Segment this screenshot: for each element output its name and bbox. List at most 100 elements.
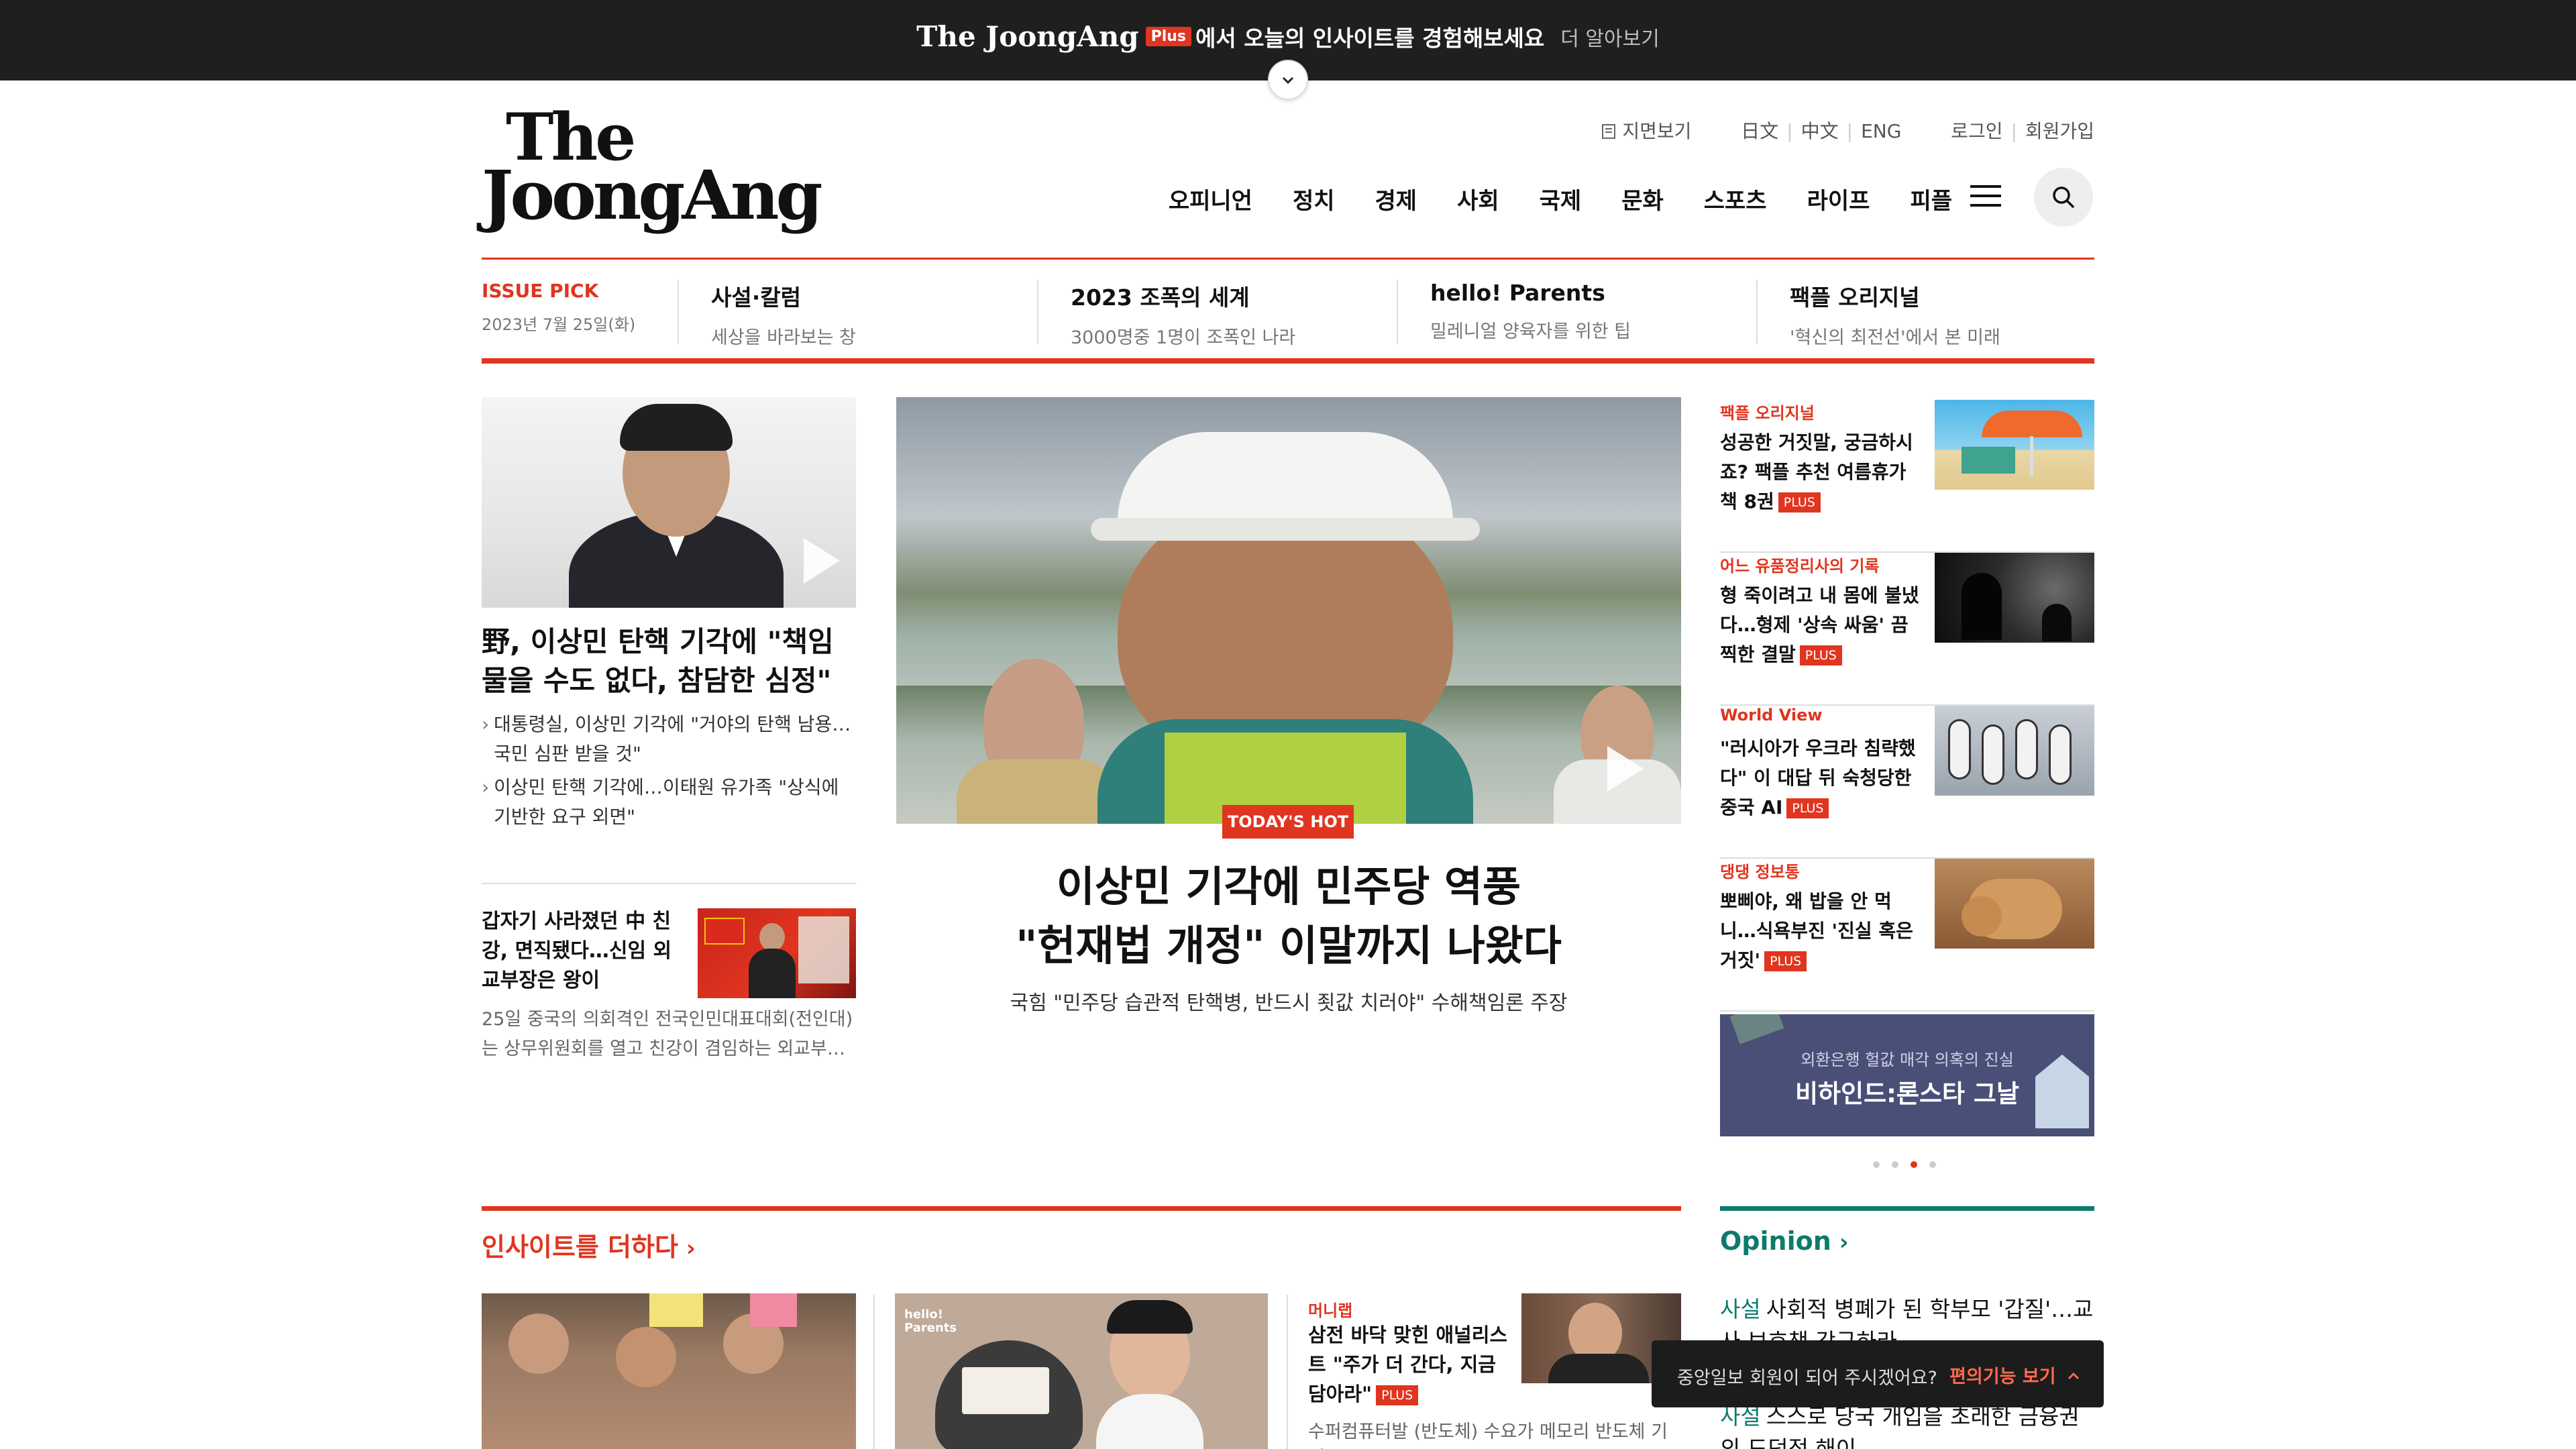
opinion-section-title[interactable]: Opinion ›: [1720, 1226, 1849, 1256]
nav-sports[interactable]: 스포츠: [1704, 182, 1767, 215]
issue-pick-title: hello! Parents: [1430, 280, 1605, 306]
related-article-link[interactable]: 이상민 탄핵 기각에…이태원 유가족 "상식에 기반한 요구 외면": [482, 773, 857, 832]
nav-economy[interactable]: 경제: [1375, 182, 1417, 215]
insight-card-category: 머니랩: [1308, 1301, 1353, 1320]
signup-link[interactable]: 회원가입: [2025, 117, 2094, 144]
hero-title-line2: "헌재법 개정" 이말까지 나왔다: [1016, 921, 1562, 970]
logo-line2: JoongAng: [482, 156, 823, 235]
chevron-right-icon: ›: [686, 1235, 696, 1262]
toast-features-button[interactable]: 편의기능 보기: [1949, 1362, 2081, 1388]
chevron-up-icon: [2068, 1372, 2080, 1380]
nav-opinion[interactable]: 오피니언: [1169, 182, 1252, 215]
divider: [482, 883, 856, 884]
side-article-title: 성공한 거짓말, 궁금하시죠? 팩플 추천 여름휴가 책 8권 PLUS: [1720, 431, 1913, 513]
lead-article-image[interactable]: [482, 397, 856, 608]
divider: [1287, 1295, 1288, 1449]
issue-pick-title: 2023 조폭의 세계: [1071, 284, 1250, 311]
chevron-down-icon: [1282, 76, 1294, 85]
lang-chinese-link[interactable]: 中文: [1801, 117, 1839, 144]
issue-pick-subtitle: '혁신의 최전선'에서 본 미래: [1790, 327, 2000, 348]
issue-pick-item[interactable]: 2023 조폭의 세계 3000명중 1명이 조폭인 나라: [1037, 280, 1397, 348]
side-article[interactable]: World View "러시아가 우크라 침략했다" 이 대답 뒤 숙청당한 중…: [1720, 706, 2094, 859]
plus-badge: PLUS: [1376, 1385, 1419, 1405]
insight-card-image[interactable]: [482, 1293, 856, 1449]
member-toast: 중앙일보 회원이 되어 주시겠어요? 편의기능 보기: [1652, 1340, 2104, 1407]
side-article-title: "러시아가 우크라 침략했다" 이 대답 뒤 숙청당한 중국 AI PLUS: [1720, 737, 1916, 818]
hero-title-line1: 이상민 기각에 민주당 역풍: [1056, 862, 1521, 911]
lonestar-banner[interactable]: 외환은행 헐값 매각 의혹의 진실 비하인드:론스타 그날: [1720, 1014, 2094, 1136]
plus-badge: PLUS: [1764, 951, 1807, 971]
nav-people[interactable]: 피플: [1910, 182, 1952, 215]
secondary-article-description: 25일 중국의 의회격인 전국인민대표대회(전인대)는 상무위원회를 열고 친강…: [482, 1009, 853, 1059]
banner-title: 비하인드:론스타 그날: [1794, 1079, 2020, 1108]
hero-article-image[interactable]: [896, 397, 1681, 824]
issue-pick-title: 팩플 오리지널: [1790, 284, 1920, 311]
separator: |: [1786, 120, 1793, 142]
insight-card-description: 수퍼컴퓨터발 (반도체) 수요가 메모리 반도체 기업: [1308, 1421, 1668, 1449]
insight-card-title[interactable]: 삼전 바닥 맞힌 애널리스트 "주가 더 간다, 지금 담아라" PLUS: [1308, 1320, 1516, 1409]
opinion-item[interactable]: 사설 스스로 당국 개입을 초래한 금융권의 도덕적 해이: [1720, 1401, 2094, 1449]
banner-subtitle: 외환은행 헐값 매각 의혹의 진실: [1801, 1051, 2014, 1069]
issue-pick-bar: ISSUE PICK 2023년 7월 25일(화) 사설·칼럼 세상을 바라보…: [482, 258, 2094, 364]
todays-hot-badge: TODAY'S HOT: [1222, 805, 1354, 839]
lang-japanese-link[interactable]: 日文: [1741, 117, 1778, 144]
hamburger-menu-icon[interactable]: [1970, 185, 2001, 208]
main-nav: 오피니언 정치 경제 사회 국제 문화 스포츠 라이프 피플: [1128, 182, 1952, 215]
play-icon: [804, 538, 840, 584]
secondary-article-title[interactable]: 갑자기 사라졌던 中 친강, 면직됐다…신임 외교부장은 왕이: [482, 907, 683, 996]
side-article-title: 형 죽이려고 내 몸에 불냈다…형제 '상속 싸움' 끔찍한 결말 PLUS: [1720, 584, 1919, 665]
nav-international[interactable]: 국제: [1540, 182, 1582, 215]
side-article-image: [1935, 400, 2094, 490]
side-article[interactable]: 팩플 오리지널 성공한 거짓말, 궁금하시죠? 팩플 추천 여름휴가 책 8권 P…: [1720, 400, 2094, 553]
secondary-article-image[interactable]: [698, 908, 856, 998]
nav-life[interactable]: 라이프: [1807, 182, 1870, 215]
side-article-category: World View: [1720, 706, 1823, 724]
promo-more-link[interactable]: 더 알아보기: [1560, 28, 1660, 51]
plus-badge: PLUS: [1778, 492, 1821, 513]
chevron-right-icon: ›: [1839, 1229, 1849, 1256]
promo-collapse-button[interactable]: [1268, 60, 1308, 100]
promo-plus-badge: Plus: [1145, 27, 1192, 46]
issue-pick-subtitle: 3000명중 1명이 조폭인 나라: [1071, 327, 1296, 348]
insight-section-title[interactable]: 인사이트를 더하다 ›: [482, 1226, 696, 1263]
side-article[interactable]: 댕댕 정보통 뽀삐야, 왜 밥을 안 먹니…식욕부진 '진실 혹은 거짓' PLU…: [1720, 859, 2094, 1012]
carousel-dot-active[interactable]: [1911, 1161, 1917, 1168]
nav-society[interactable]: 사회: [1457, 182, 1499, 215]
login-link[interactable]: 로그인: [1951, 117, 2002, 144]
nav-culture[interactable]: 문화: [1621, 182, 1664, 215]
insight-card-image[interactable]: hello! Parents: [895, 1293, 1268, 1449]
issue-pick-subtitle: 밀레니얼 양육자를 위한 팁: [1430, 321, 1631, 342]
side-article-image: [1935, 859, 2094, 949]
site-logo[interactable]: The JoongAng: [482, 105, 823, 235]
carousel-dot[interactable]: [1873, 1161, 1880, 1168]
issue-pick-item[interactable]: hello! Parents 밀레니얼 양육자를 위한 팁: [1397, 280, 1756, 344]
paper-view-label: 지면보기: [1622, 120, 1692, 142]
nav-politics[interactable]: 정치: [1293, 182, 1335, 215]
side-article-title: 뽀삐야, 왜 밥을 안 먹니…식욕부진 '진실 혹은 거짓' PLUS: [1720, 890, 1913, 971]
issue-pick-item[interactable]: 사설·칼럼 세상을 바라보는 창: [678, 280, 1037, 348]
carousel-dot[interactable]: [1892, 1161, 1898, 1168]
insight-section-rule: [482, 1206, 1681, 1211]
carousel-dot[interactable]: [1929, 1161, 1936, 1168]
newspaper-icon: [1602, 124, 1616, 139]
search-button[interactable]: [2034, 168, 2093, 227]
lead-article-title[interactable]: 野, 이상민 탄핵 기각에 "책임 물을 수도 없다, 참담한 심정": [482, 623, 857, 700]
lang-english-link[interactable]: ENG: [1861, 120, 1901, 142]
issue-pick-item[interactable]: 팩플 오리지널 '혁신의 최전선'에서 본 미래: [1756, 280, 2094, 348]
hero-article-title[interactable]: 이상민 기각에 민주당 역풍 "헌재법 개정" 이말까지 나왔다: [896, 857, 1681, 975]
related-article-link[interactable]: 대통령실, 이상민 기각에 "거야의 탄핵 남용…국민 심판 받을 것": [482, 710, 857, 769]
side-article-category: 팩플 오리지널: [1720, 404, 1815, 423]
hero-article-subtitle: 국힘 "민주당 습관적 탄핵병, 반드시 죗값 치러야" 수해책임론 주장: [1010, 991, 1568, 1015]
promo-brand: The JoongAng: [916, 20, 1139, 53]
side-article[interactable]: 어느 유품정리사의 기록 형 죽이려고 내 몸에 불냈다…형제 '상속 싸움' …: [1720, 553, 2094, 706]
opinion-tag: 사설: [1720, 1296, 1761, 1322]
promo-content[interactable]: The JoongAng Plus 에서 오늘의 인사이트를 경험해보세요 더 알아보…: [0, 20, 2576, 53]
issue-pick-label: ISSUE PICK: [482, 280, 599, 302]
paper-view-link[interactable]: 지면보기: [1601, 117, 1691, 144]
side-article-image: [1935, 553, 2094, 643]
play-icon: [1607, 746, 1644, 792]
search-icon: [2053, 186, 2074, 208]
separator: |: [1846, 120, 1854, 142]
issue-pick-subtitle: 세상을 바라보는 창: [711, 327, 856, 348]
plus-badge: PLUS: [1799, 645, 1842, 665]
